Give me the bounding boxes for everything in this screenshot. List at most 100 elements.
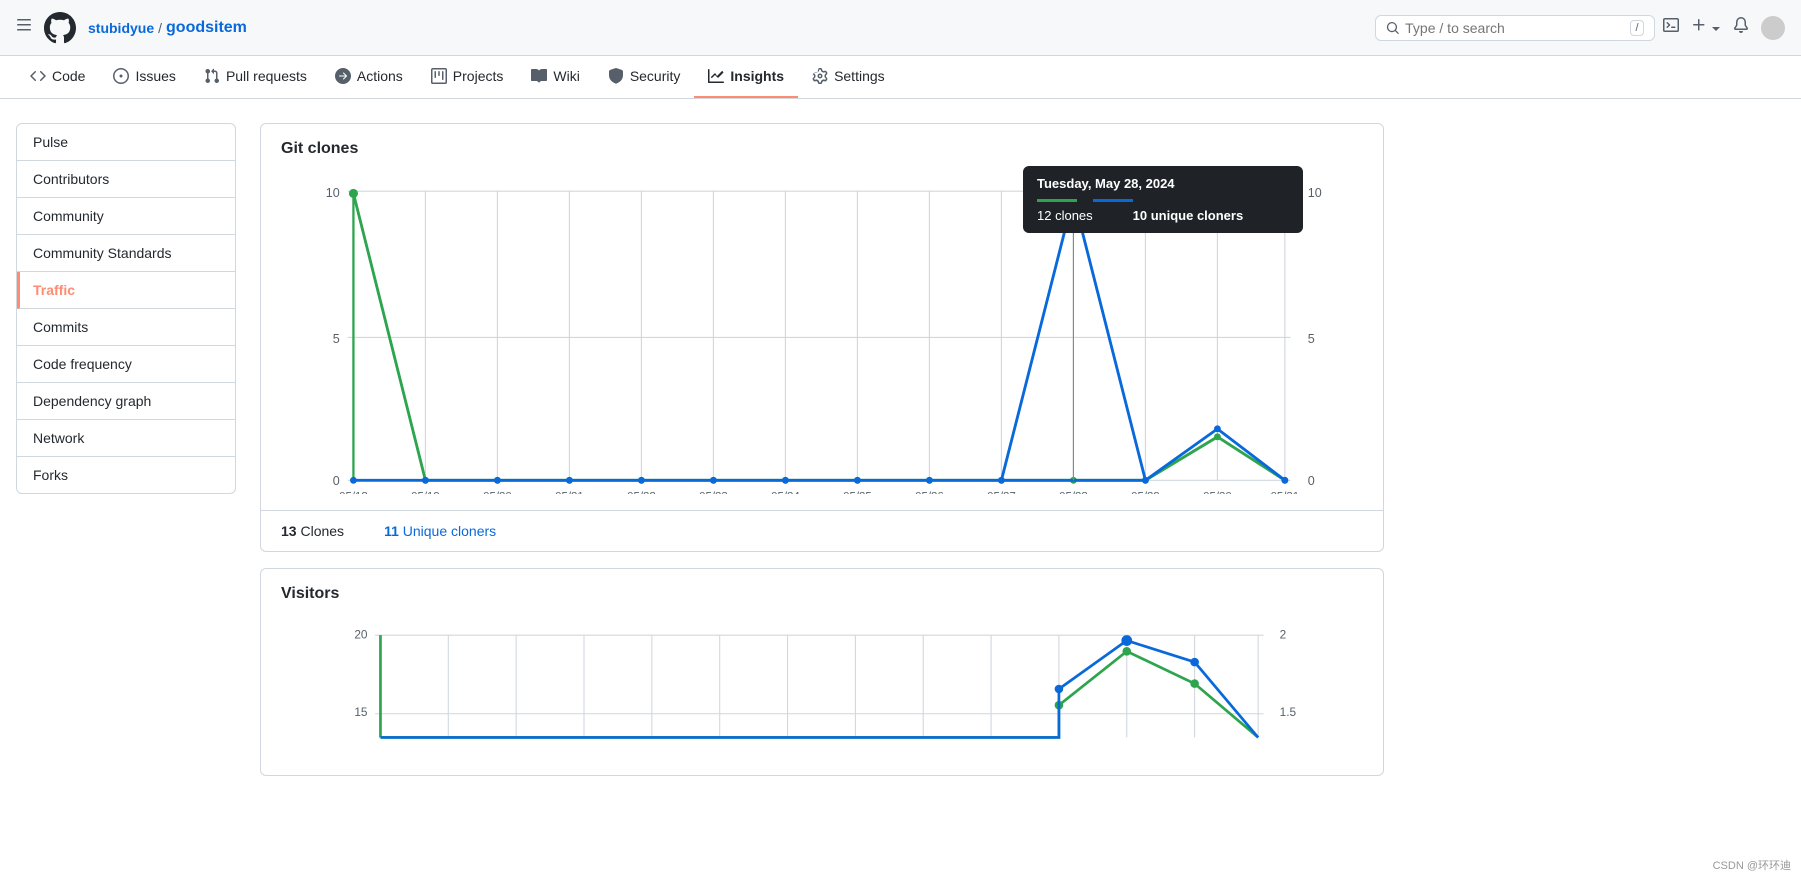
svg-text:1.5: 1.5 — [1280, 705, 1297, 719]
svg-text:0: 0 — [1308, 474, 1315, 488]
legend-blue-line — [1093, 199, 1133, 202]
settings-icon — [812, 68, 828, 84]
breadcrumb-separator: / — [158, 20, 162, 36]
svg-text:05/30: 05/30 — [1203, 491, 1232, 494]
svg-text:05/27: 05/27 — [987, 491, 1016, 494]
search-area: / — [1375, 15, 1785, 41]
sidebar-item-traffic[interactable]: Traffic — [17, 272, 235, 309]
nav-item-security[interactable]: Security — [594, 56, 695, 98]
charts-area: Git clones Tuesday, May 28, 2024 12 clon… — [260, 123, 1384, 776]
nav-item-projects[interactable]: Projects — [417, 56, 518, 98]
svg-text:05/26: 05/26 — [915, 491, 944, 494]
nav-insights-label: Insights — [730, 68, 784, 84]
header-actions — [1663, 16, 1785, 40]
tooltip-legend — [1037, 199, 1289, 202]
svg-text:05/24: 05/24 — [771, 491, 800, 494]
svg-text:05/28: 05/28 — [1059, 491, 1088, 494]
visitors-svg: 20 15 2 1.5 — [281, 619, 1363, 759]
svg-text:05/23: 05/23 — [699, 491, 728, 494]
svg-text:15: 15 — [354, 705, 368, 719]
svg-text:0: 0 — [333, 474, 340, 488]
terminal-icon[interactable] — [1663, 17, 1679, 38]
total-unique-count: 11 — [384, 523, 399, 539]
git-clones-body: Tuesday, May 28, 2024 12 clones 10 uniqu… — [261, 166, 1383, 510]
sidebar-item-forks[interactable]: Forks — [17, 457, 235, 493]
total-clones-stat: 13 Clones — [281, 523, 344, 539]
search-shortcut: / — [1630, 20, 1643, 36]
pr-icon — [204, 68, 220, 84]
sidebar-item-network[interactable]: Network — [17, 420, 235, 457]
svg-text:10: 10 — [326, 186, 340, 200]
nav-item-actions[interactable]: Actions — [321, 56, 417, 98]
insights-icon — [708, 68, 724, 84]
tooltip-values: 12 clones 10 unique cloners — [1037, 208, 1289, 223]
nav-settings-label: Settings — [834, 68, 885, 84]
svg-text:05/20: 05/20 — [483, 491, 512, 494]
repo-name[interactable]: goodsitem — [166, 19, 247, 37]
tooltip-date: Tuesday, May 28, 2024 — [1037, 176, 1289, 191]
nav-item-wiki[interactable]: Wiki — [517, 56, 593, 98]
svg-text:05/29: 05/29 — [1131, 491, 1160, 494]
notification-icon[interactable] — [1733, 17, 1749, 38]
svg-text:2: 2 — [1280, 627, 1287, 641]
breadcrumb: stubidyue / goodsitem — [88, 19, 247, 37]
svg-text:05/31: 05/31 — [1271, 491, 1300, 494]
sidebar-item-commits[interactable]: Commits — [17, 309, 235, 346]
sidebar-item-pulse[interactable]: Pulse — [17, 124, 235, 161]
visitors-chart: 20 15 2 1.5 — [281, 619, 1363, 759]
repo-nav: Code Issues Pull requests Actions Projec… — [0, 56, 1801, 99]
legend-green-line — [1037, 199, 1077, 202]
sidebar-item-community[interactable]: Community — [17, 198, 235, 235]
wiki-icon — [531, 68, 547, 84]
nav-code-label: Code — [52, 68, 85, 84]
visitors-card: Visitors 20 15 2 1.5 — [260, 568, 1384, 776]
git-clones-card: Git clones Tuesday, May 28, 2024 12 clon… — [260, 123, 1384, 552]
svg-text:5: 5 — [1308, 332, 1315, 346]
tooltip-unique-bold: 10 unique cloners — [1133, 208, 1244, 223]
repo-owner[interactable]: stubidyue — [88, 20, 154, 36]
total-clones-label: Clones — [300, 523, 344, 539]
search-box[interactable]: / — [1375, 15, 1655, 41]
svg-text:05/21: 05/21 — [555, 491, 584, 494]
visitors-title: Visitors — [261, 569, 1383, 611]
avatar[interactable] — [1761, 16, 1785, 40]
total-unique-label: Unique cloners — [403, 523, 496, 539]
svg-text:5: 5 — [333, 332, 340, 346]
git-clones-title: Git clones — [261, 124, 1383, 166]
nav-item-prs[interactable]: Pull requests — [190, 56, 321, 98]
nav-pr-label: Pull requests — [226, 68, 307, 84]
svg-text:10: 10 — [1308, 186, 1322, 200]
github-logo[interactable] — [44, 12, 76, 44]
total-clones-count: 13 — [281, 523, 297, 539]
nav-item-code[interactable]: Code — [16, 56, 99, 98]
svg-text:05/19: 05/19 — [411, 491, 440, 494]
sidebar-item-code-frequency[interactable]: Code frequency — [17, 346, 235, 383]
visitors-body: 20 15 2 1.5 — [261, 611, 1383, 775]
nav-wiki-label: Wiki — [553, 68, 579, 84]
nav-item-insights[interactable]: Insights — [694, 56, 798, 98]
hamburger-button[interactable] — [16, 17, 32, 38]
plus-button[interactable] — [1691, 17, 1721, 38]
svg-text:05/25: 05/25 — [843, 491, 872, 494]
nav-actions-label: Actions — [357, 68, 403, 84]
sidebar-item-dependency-graph[interactable]: Dependency graph — [17, 383, 235, 420]
nav-projects-label: Projects — [453, 68, 504, 84]
svg-text:05/22: 05/22 — [627, 491, 656, 494]
search-icon — [1386, 20, 1400, 36]
code-icon — [30, 68, 46, 84]
chart-tooltip: Tuesday, May 28, 2024 12 clones 10 uniqu… — [1023, 166, 1303, 233]
tooltip-clones: 12 clones — [1037, 208, 1093, 223]
projects-icon — [431, 68, 447, 84]
tooltip-unique: 10 unique cloners — [1133, 208, 1244, 223]
nav-item-issues[interactable]: Issues — [99, 56, 189, 98]
svg-text:05/18: 05/18 — [339, 491, 368, 494]
nav-item-settings[interactable]: Settings — [798, 56, 899, 98]
sidebar-item-community-standards[interactable]: Community Standards — [17, 235, 235, 272]
search-input[interactable] — [1405, 20, 1624, 36]
git-clones-footer: 13 Clones 11 Unique cloners — [261, 510, 1383, 551]
total-unique-stat: 11 Unique cloners — [384, 523, 496, 539]
svg-text:20: 20 — [354, 627, 368, 641]
sidebar-item-contributors[interactable]: Contributors — [17, 161, 235, 198]
insights-sidebar: Pulse Contributors Community Community S… — [16, 123, 236, 494]
security-icon — [608, 68, 624, 84]
